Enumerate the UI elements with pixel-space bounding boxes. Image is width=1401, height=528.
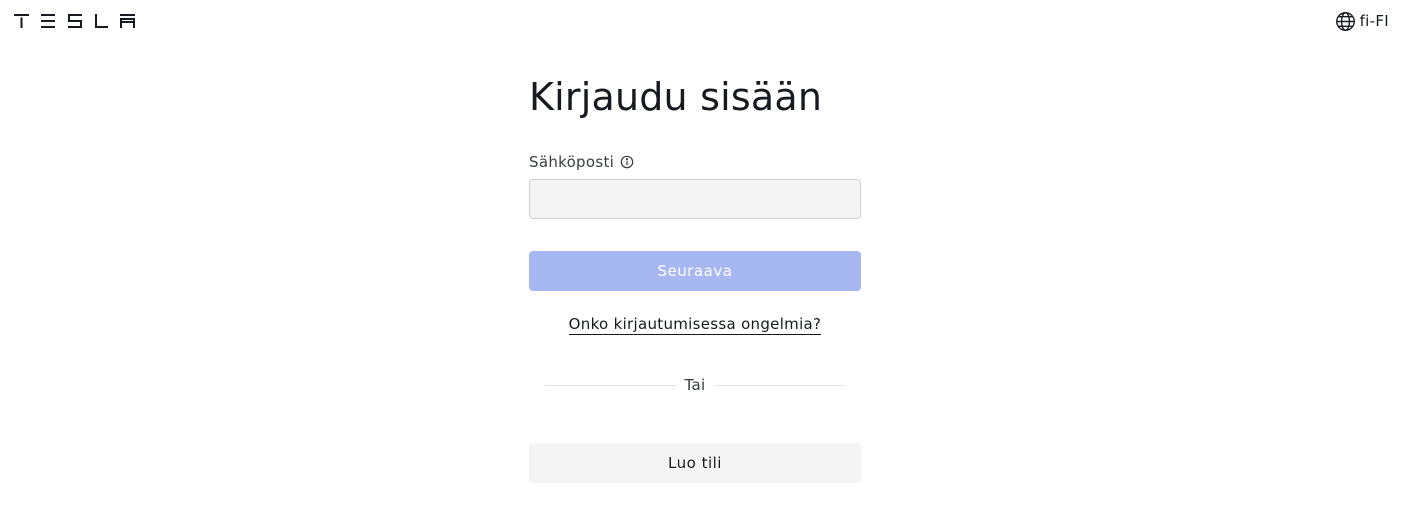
trouble-signing-in-link[interactable]: Onko kirjautumisessa ongelmia? [568, 315, 822, 335]
locale-label: fi-FI [1359, 12, 1389, 30]
email-label: Sähköposti [529, 153, 615, 171]
create-account-button[interactable]: Luo tili [529, 443, 861, 483]
tesla-wordmark-icon[interactable] [14, 14, 135, 28]
email-input[interactable] [529, 179, 861, 219]
email-label-row: Sähköposti [529, 152, 634, 172]
info-icon[interactable] [620, 155, 634, 169]
divider-line-left [545, 384, 676, 386]
trouble-signing-in-row: Onko kirjautumisessa ongelmia? [529, 315, 861, 337]
top-header: fi-FI [0, 0, 1401, 42]
divider-text: Tai [684, 376, 706, 394]
globe-icon [1335, 11, 1355, 31]
divider-line-right [713, 384, 845, 386]
locale-selector[interactable]: fi-FI [1335, 10, 1389, 32]
page-title: Kirjaudu sisään [529, 75, 823, 119]
or-divider: Tai [545, 374, 845, 396]
next-button[interactable]: Seuraava [529, 251, 861, 291]
